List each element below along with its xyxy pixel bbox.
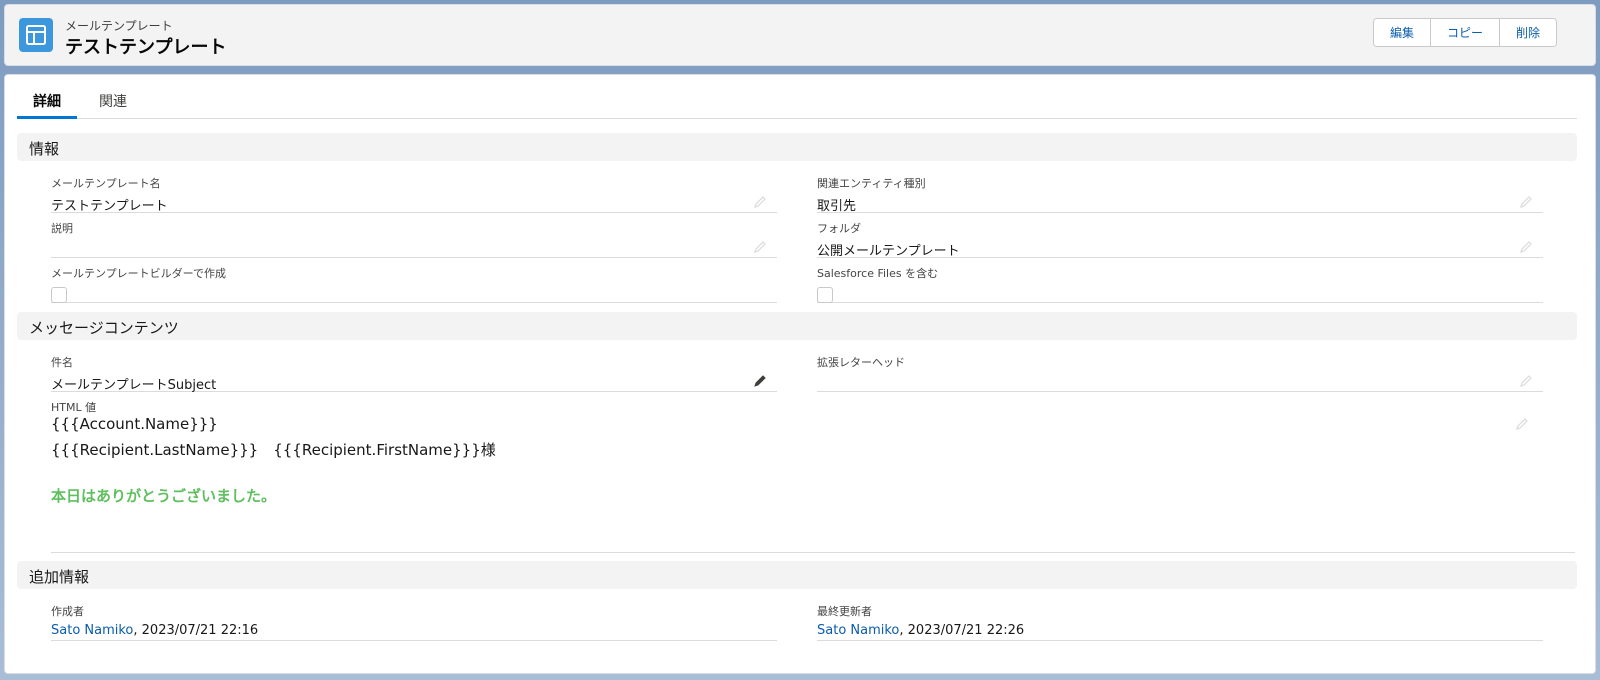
section-info-header[interactable]: 情報 — [17, 133, 1577, 161]
html-line-recipient: {{{Recipient.LastName}}} {{{Recipient.Fi… — [51, 441, 496, 459]
field-description: 説明 — [51, 220, 777, 258]
html-line-account: {{{Account.Name}}} — [51, 415, 218, 433]
field-label: 説明 — [51, 222, 73, 235]
email-template-icon — [19, 18, 53, 52]
field-value: テストテンプレート — [51, 199, 168, 214]
pencil-icon[interactable] — [753, 195, 767, 209]
field-label: 件名 — [51, 356, 73, 369]
field-include-files: Salesforce Files を含む — [817, 265, 1543, 303]
field-html-value-label: HTML 値 — [51, 399, 777, 414]
record-title: テストテンプレート — [65, 37, 227, 58]
object-type-label: メールテンプレート — [65, 19, 173, 33]
field-label: メールテンプレートビルダーで作成 — [51, 267, 227, 280]
section-additional-header[interactable]: 追加情報 — [17, 561, 1577, 589]
field-label: HTML 値 — [51, 401, 97, 414]
record-header: メールテンプレート テストテンプレート 編集 コピー 削除 — [4, 4, 1596, 66]
pencil-icon[interactable] — [1519, 195, 1533, 209]
field-label: 関連エンティティ種別 — [817, 177, 926, 190]
tab-details[interactable]: 詳細 — [17, 83, 77, 119]
pencil-icon[interactable] — [1519, 240, 1533, 254]
modified-timestamp: , 2023/07/21 22:26 — [899, 623, 1025, 638]
field-label: フォルダ — [817, 222, 861, 235]
field-value: Sato Namiko, 2023/07/21 22:16 — [51, 623, 258, 638]
field-value: Sato Namiko, 2023/07/21 22:26 — [817, 623, 1024, 638]
modified-by-user-link[interactable]: Sato Namiko — [817, 623, 899, 638]
field-created-by: 作成者 Sato Namiko, 2023/07/21 22:16 — [51, 603, 777, 641]
pencil-icon[interactable] — [1519, 374, 1533, 388]
field-letterhead: 拡張レターヘッド — [817, 354, 1543, 392]
builder-checkbox[interactable] — [51, 287, 67, 303]
copy-button[interactable]: コピー — [1430, 19, 1500, 46]
tab-bar: 詳細 関連 — [17, 83, 1577, 119]
edit-button[interactable]: 編集 — [1373, 19, 1431, 46]
html-value-content: {{{Account.Name}}} {{{Recipient.LastName… — [51, 415, 1575, 553]
field-label: 拡張レターヘッド — [817, 356, 905, 369]
field-label: 作成者 — [51, 605, 84, 618]
delete-button[interactable]: 削除 — [1499, 19, 1556, 46]
field-label: 最終更新者 — [817, 605, 872, 618]
field-value: 取引先 — [817, 199, 857, 214]
html-greeting: 本日はありがとうございました。 — [51, 487, 277, 505]
field-related-entity: 関連エンティティ種別 取引先 — [817, 175, 1543, 214]
section-content-header[interactable]: メッセージコンテンツ — [17, 312, 1577, 340]
created-by-user-link[interactable]: Sato Namiko — [51, 623, 133, 638]
action-button-group: 編集 コピー 削除 — [1372, 18, 1557, 47]
field-label: Salesforce Files を含む — [817, 267, 939, 280]
created-timestamp: , 2023/07/21 22:16 — [133, 623, 259, 638]
field-last-modified-by: 最終更新者 Sato Namiko, 2023/07/21 22:26 — [817, 603, 1543, 641]
tab-related[interactable]: 関連 — [83, 83, 143, 119]
field-subject: 件名 メールテンプレートSubject — [51, 354, 777, 393]
pencil-icon[interactable] — [753, 240, 767, 254]
files-checkbox[interactable] — [817, 287, 833, 303]
record-detail-card: 詳細 関連 情報 メールテンプレート名 テストテンプレート 関連エンティティ種別… — [4, 74, 1596, 674]
pencil-icon[interactable] — [753, 374, 767, 388]
field-value: 公開メールテンプレート — [817, 244, 960, 259]
field-built-with-builder: メールテンプレートビルダーで作成 — [51, 265, 777, 303]
field-label: メールテンプレート名 — [51, 177, 161, 190]
field-value: メールテンプレートSubject — [51, 378, 217, 393]
field-folder: フォルダ 公開メールテンプレート — [817, 220, 1543, 259]
field-template-name: メールテンプレート名 テストテンプレート — [51, 175, 777, 214]
